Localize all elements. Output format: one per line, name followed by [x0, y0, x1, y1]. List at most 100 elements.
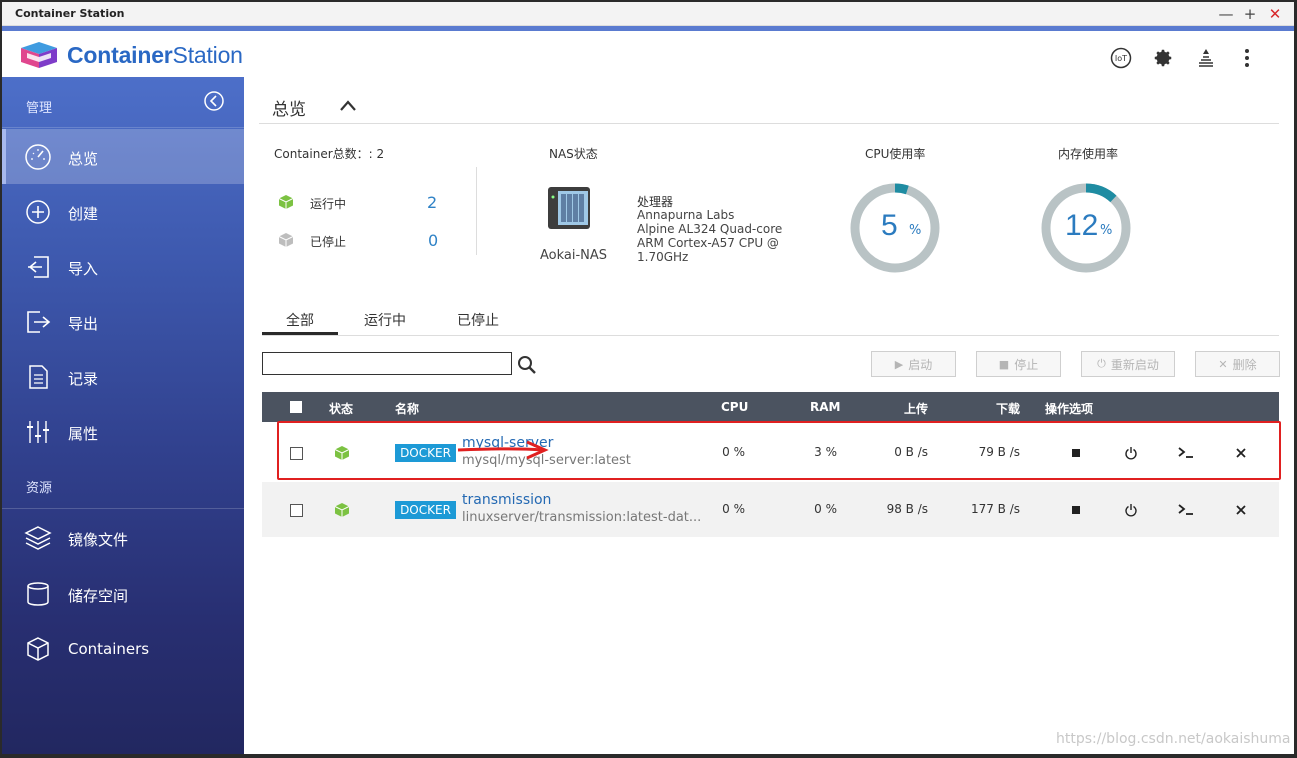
settings-button[interactable]: [1151, 46, 1175, 70]
column-ram: RAM: [810, 400, 841, 414]
sidebar-item-images[interactable]: 镜像文件: [2, 510, 244, 565]
iot-button[interactable]: IoT: [1109, 46, 1133, 70]
stop-button[interactable]: ■ 停止: [976, 351, 1061, 377]
sidebar-item-label: 属性: [68, 425, 99, 443]
stop-icon: ■: [998, 357, 1010, 371]
cpu-info-line: Alpine AL324 Quad-core: [637, 222, 783, 236]
page-title: 总览: [272, 100, 306, 120]
cube-icon: [27, 637, 49, 661]
tab-all[interactable]: 全部: [286, 310, 314, 330]
minimize-button[interactable]: —: [1216, 5, 1236, 23]
row-checkbox[interactable]: [290, 447, 303, 460]
layers-icon: [24, 526, 52, 550]
docker-badge: DOCKER: [395, 444, 456, 462]
sidebar-item-create[interactable]: 创建: [2, 184, 244, 239]
column-name: 名称: [395, 402, 420, 416]
sidebar-item-export[interactable]: 导出: [2, 294, 244, 349]
terminal-icon: [1178, 504, 1193, 515]
restart-button[interactable]: ⏻ 重新启动: [1081, 351, 1175, 377]
remove-container-button[interactable]: [1232, 444, 1250, 462]
cpu-usage-title: CPU使用率: [865, 147, 926, 161]
sidebar-item-containers[interactable]: Containers: [2, 621, 244, 676]
chevron-up-icon[interactable]: [338, 98, 358, 112]
stop-container-button[interactable]: [1067, 501, 1085, 519]
sidebar-item-logs[interactable]: 记录: [2, 349, 244, 404]
column-status: 状态: [329, 402, 354, 416]
table-row[interactable]: DOCKER transmission linuxserver/transmis…: [262, 482, 1279, 537]
search-input[interactable]: [262, 352, 512, 375]
storage-stack-button[interactable]: [1194, 46, 1218, 70]
container-name-link[interactable]: mysql-server: [462, 435, 553, 451]
download-value: 79 B /s: [978, 445, 1020, 459]
tab-stopped[interactable]: 已停止: [457, 310, 499, 330]
iot-icon: IoT: [1110, 47, 1132, 69]
sidebar-item-label: Containers: [68, 640, 150, 658]
console-button[interactable]: [1177, 444, 1195, 462]
play-icon: ▶: [894, 357, 904, 371]
sidebar-group-manage: 管理: [26, 101, 53, 116]
cpu-usage-value: 5: [881, 209, 898, 242]
stopped-cube-icon: [278, 233, 294, 247]
tabs-divider: [262, 335, 1279, 336]
stack-icon: [1199, 49, 1213, 67]
column-operations: 操作选项: [1045, 402, 1094, 416]
sidebar-item-label: 镜像文件: [68, 531, 129, 549]
sidebar-divider: [2, 127, 244, 128]
delete-button[interactable]: ✕ 删除: [1195, 351, 1280, 377]
watermark: https://blog.csdn.net/aokaishuma: [1056, 731, 1291, 747]
download-value: 177 B /s: [970, 502, 1020, 516]
memory-usage-title: 内存使用率: [1058, 147, 1119, 161]
running-count[interactable]: 2: [427, 193, 437, 212]
app-window: Container Station — + ✕ ContainerStation…: [2, 2, 1294, 754]
container-name-link[interactable]: transmission: [462, 492, 551, 508]
table-header: 状态 名称 CPU RAM 上传 下载 操作选项: [262, 392, 1279, 422]
container-image: mysql/mysql-server:latest: [462, 453, 631, 468]
sidebar-item-storage[interactable]: 储存空间: [2, 566, 244, 621]
column-upload: 上传: [904, 402, 929, 416]
restart-container-button[interactable]: [1122, 501, 1140, 519]
sidebar-item-import[interactable]: 导入: [2, 239, 244, 294]
restart-container-button[interactable]: [1122, 444, 1140, 462]
stop-icon: [1072, 449, 1080, 457]
app-header: ContainerStation IoT: [2, 31, 1294, 77]
maximize-button[interactable]: +: [1240, 5, 1260, 23]
running-label: 运行中: [310, 197, 347, 211]
running-status-icon: [334, 503, 350, 517]
column-cpu: CPU: [721, 400, 749, 414]
nas-name: Aokai-NAS: [540, 248, 608, 263]
upload-value: 0 B /s: [894, 445, 928, 459]
search-icon[interactable]: [517, 355, 537, 375]
ram-value: 3 %: [814, 445, 837, 459]
sidebar-item-overview[interactable]: 总览: [2, 129, 244, 184]
stopped-count[interactable]: 0: [428, 231, 438, 250]
tab-running[interactable]: 运行中: [364, 310, 406, 330]
svg-text:IoT: IoT: [1115, 54, 1127, 63]
memory-usage-unit: %: [1100, 223, 1113, 238]
gear-icon: [1154, 49, 1172, 67]
stop-container-button[interactable]: [1067, 444, 1085, 462]
export-icon: [27, 311, 51, 333]
sliders-icon: [27, 421, 49, 443]
cpu-value: 0 %: [722, 445, 745, 459]
sidebar-item-properties[interactable]: 属性: [2, 404, 244, 459]
running-cube-icon: [278, 195, 294, 209]
sidebar-group-resources: 资源: [26, 481, 53, 496]
power-icon: [1125, 504, 1137, 517]
close-button[interactable]: ✕: [1265, 5, 1285, 23]
docker-badge: DOCKER: [395, 501, 456, 519]
remove-container-button[interactable]: [1232, 501, 1250, 519]
memory-usage-value: 12: [1065, 209, 1099, 242]
cpu-info-line: ARM Cortex-A57 CPU @: [637, 236, 779, 250]
sidebar-item-label: 储存空间: [68, 587, 129, 605]
console-button[interactable]: [1177, 501, 1195, 519]
import-icon: [28, 256, 49, 278]
row-checkbox[interactable]: [290, 504, 303, 517]
table-row[interactable]: DOCKER mysql-server mysql/mysql-server:l…: [262, 425, 1279, 480]
collapse-sidebar-icon[interactable]: [203, 90, 225, 112]
sidebar-divider: [2, 508, 244, 509]
more-button[interactable]: [1235, 46, 1259, 70]
select-all-checkbox[interactable]: [290, 401, 302, 413]
start-button[interactable]: ▶ 启动: [871, 351, 956, 377]
stop-icon: [1072, 506, 1080, 514]
stopped-label: 已停止: [310, 235, 347, 249]
